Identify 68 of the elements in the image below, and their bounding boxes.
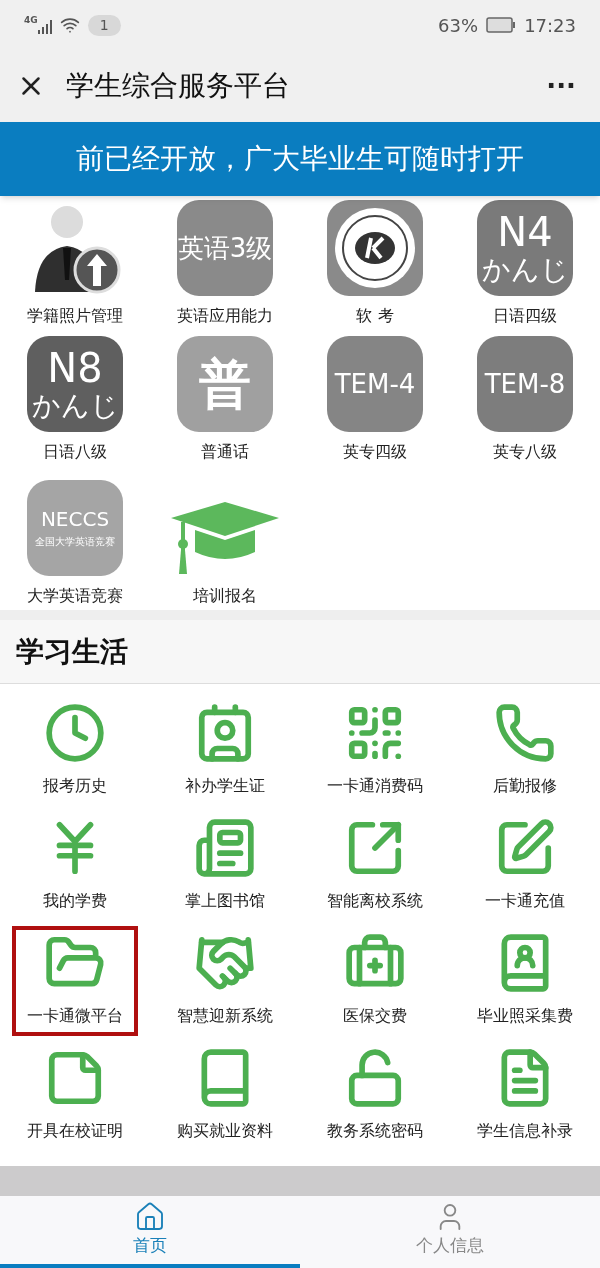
item-label: 后勤报修 bbox=[493, 775, 557, 797]
menu-item[interactable]: 后勤报修 bbox=[462, 702, 588, 812]
menu-item[interactable]: 开具在校证明 bbox=[12, 1047, 138, 1157]
tile-text: かんじ bbox=[31, 392, 119, 420]
item-label: 一卡通充值 bbox=[485, 890, 565, 912]
item-label: 一卡通微平台 bbox=[27, 1005, 123, 1027]
tile-text: 全国大学英语竞赛 bbox=[35, 537, 115, 547]
menu-item[interactable]: 医保交费 bbox=[312, 932, 438, 1042]
item-label: 智能离校系统 bbox=[327, 890, 423, 912]
item-label: 报考历史 bbox=[43, 775, 107, 797]
wifi-icon bbox=[59, 15, 80, 35]
menu-item[interactable]: 购买就业资料 bbox=[162, 1047, 288, 1157]
item-label: 开具在校证明 bbox=[27, 1120, 123, 1142]
menu-item[interactable]: 掌上图书馆 bbox=[162, 817, 288, 927]
menu-item[interactable]: 智慧迎新系统 bbox=[162, 932, 288, 1042]
tile-text: かんじ bbox=[481, 256, 569, 284]
menu-item[interactable]: 一卡通充值 bbox=[462, 817, 588, 927]
item-label[interactable]: 培训报名 bbox=[193, 584, 257, 608]
network-type: 4G bbox=[24, 14, 38, 27]
menu-item[interactable]: 一卡通消费码 bbox=[312, 702, 438, 812]
clock-icon bbox=[44, 702, 106, 764]
menu-item[interactable]: 补办学生证 bbox=[162, 702, 288, 812]
item-label: 毕业照采集费 bbox=[477, 1005, 573, 1027]
item-label[interactable]: 日语八级 bbox=[43, 440, 107, 464]
certification-logo-icon bbox=[327, 200, 423, 296]
page-title: 学生综合服务平台 bbox=[66, 68, 290, 104]
highlighted-menu-item[interactable]: 一卡通微平台 bbox=[12, 926, 138, 1036]
notification-badge: 1 bbox=[87, 14, 121, 36]
item-label[interactable]: 日语四级 bbox=[493, 304, 557, 328]
battery-icon bbox=[486, 17, 517, 33]
menu-item[interactable]: 毕业照采集费 bbox=[462, 932, 588, 1042]
item-label[interactable]: 英专八级 bbox=[493, 440, 557, 464]
menu-item[interactable]: 报考历史 bbox=[12, 702, 138, 812]
tile-text: TEM-8 bbox=[484, 371, 566, 397]
clock-time: 17:23 bbox=[524, 13, 576, 38]
item-label: 补办学生证 bbox=[185, 775, 265, 797]
item-label[interactable]: 大学英语竞赛 bbox=[27, 584, 123, 608]
tile-text: N8 bbox=[47, 348, 103, 388]
item-label: 教务系统密码 bbox=[327, 1120, 423, 1142]
item-label: 智慧迎新系统 bbox=[177, 1005, 273, 1027]
item-label[interactable]: 学籍照片管理 bbox=[27, 304, 123, 328]
battery-percent: 63% bbox=[438, 13, 479, 38]
item-label: 购买就业资料 bbox=[177, 1120, 273, 1142]
item-label[interactable]: 英语应用能力 bbox=[177, 304, 273, 328]
notice-banner: 前已经开放，广大毕业生可随时打开 bbox=[0, 122, 600, 196]
menu-item[interactable]: 我的学费 bbox=[12, 817, 138, 927]
tile-text: N4 bbox=[497, 212, 553, 252]
nav-tab[interactable]: 首页 bbox=[0, 1196, 300, 1268]
item-label: 掌上图书馆 bbox=[185, 890, 265, 912]
menu-item[interactable]: 智能离校系统 bbox=[312, 817, 438, 927]
newspaper-icon bbox=[194, 817, 256, 879]
tile-text: 英语3级 bbox=[177, 235, 273, 261]
section-title: 学习生活 bbox=[16, 633, 128, 670]
tile-text: 普 bbox=[199, 358, 251, 410]
item-label: 一卡通消费码 bbox=[327, 775, 423, 797]
more-button[interactable]: ··· bbox=[546, 66, 576, 106]
signal-icon bbox=[37, 20, 52, 34]
menu-item[interactable]: 教务系统密码 bbox=[312, 1047, 438, 1157]
item-label: 医保交费 bbox=[343, 1005, 407, 1027]
menu-item[interactable]: 学生信息补录 bbox=[462, 1047, 588, 1157]
tile-text: TEM-4 bbox=[334, 371, 416, 397]
item-label: 我的学费 bbox=[43, 890, 107, 912]
item-label: 学生信息补录 bbox=[477, 1120, 573, 1142]
tile-text: NECCS bbox=[40, 509, 110, 529]
telephone-icon bbox=[494, 702, 556, 764]
item-label[interactable]: 普通话 bbox=[201, 440, 249, 464]
item-label[interactable]: 软 考 bbox=[356, 304, 394, 328]
item-label[interactable]: 英专四级 bbox=[343, 440, 407, 464]
